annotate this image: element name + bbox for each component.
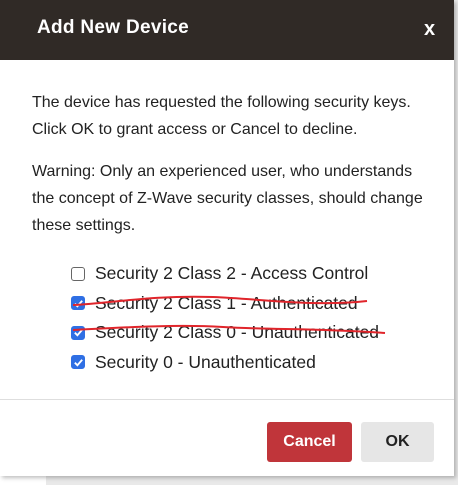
checkmark-icon [73,299,83,308]
add-device-dialog: Add New Device x The device has requeste… [0,0,454,476]
checkbox-s2-unauthenticated[interactable] [71,325,85,340]
option-label: Security 2 Class 2 - Access Control [95,263,369,284]
option-s2-authenticated[interactable]: Security 2 Class 1 - Authenticated [71,289,379,319]
checkbox-s0-unauthenticated[interactable] [71,355,85,370]
close-icon[interactable]: x [424,19,435,39]
ok-button[interactable]: OK [361,422,434,462]
checkmark-icon [73,358,83,367]
checkbox-s2-access-control[interactable] [71,266,85,281]
option-s0-unauthenticated[interactable]: Security 0 - Unauthenticated [71,348,379,378]
footer-divider [0,399,454,400]
option-s2-unauthenticated[interactable]: Security 2 Class 0 - Unauthenticated [71,318,386,348]
dialog-message: The device has requested the following s… [32,94,411,138]
option-label: Security 0 - Unauthenticated [95,351,316,372]
dialog-header: Add New Device x [0,0,454,60]
option-label: Security 2 Class 1 - Authenticated [95,292,358,313]
checkmark-icon [73,329,83,337]
option-s2-access-control[interactable]: Security 2 Class 2 - Access Control [71,259,379,289]
dialog-warning: Warning: Only an experienced user, who u… [32,163,423,234]
security-options: Security 2 Class 2 - Access Control Secu… [71,259,386,378]
checkbox-s2-authenticated[interactable] [71,296,85,311]
dialog-title: Add New Device [37,17,190,38]
option-label: Security 2 Class 0 - Unauthenticated [95,322,380,343]
cancel-button[interactable]: Cancel [267,422,352,462]
